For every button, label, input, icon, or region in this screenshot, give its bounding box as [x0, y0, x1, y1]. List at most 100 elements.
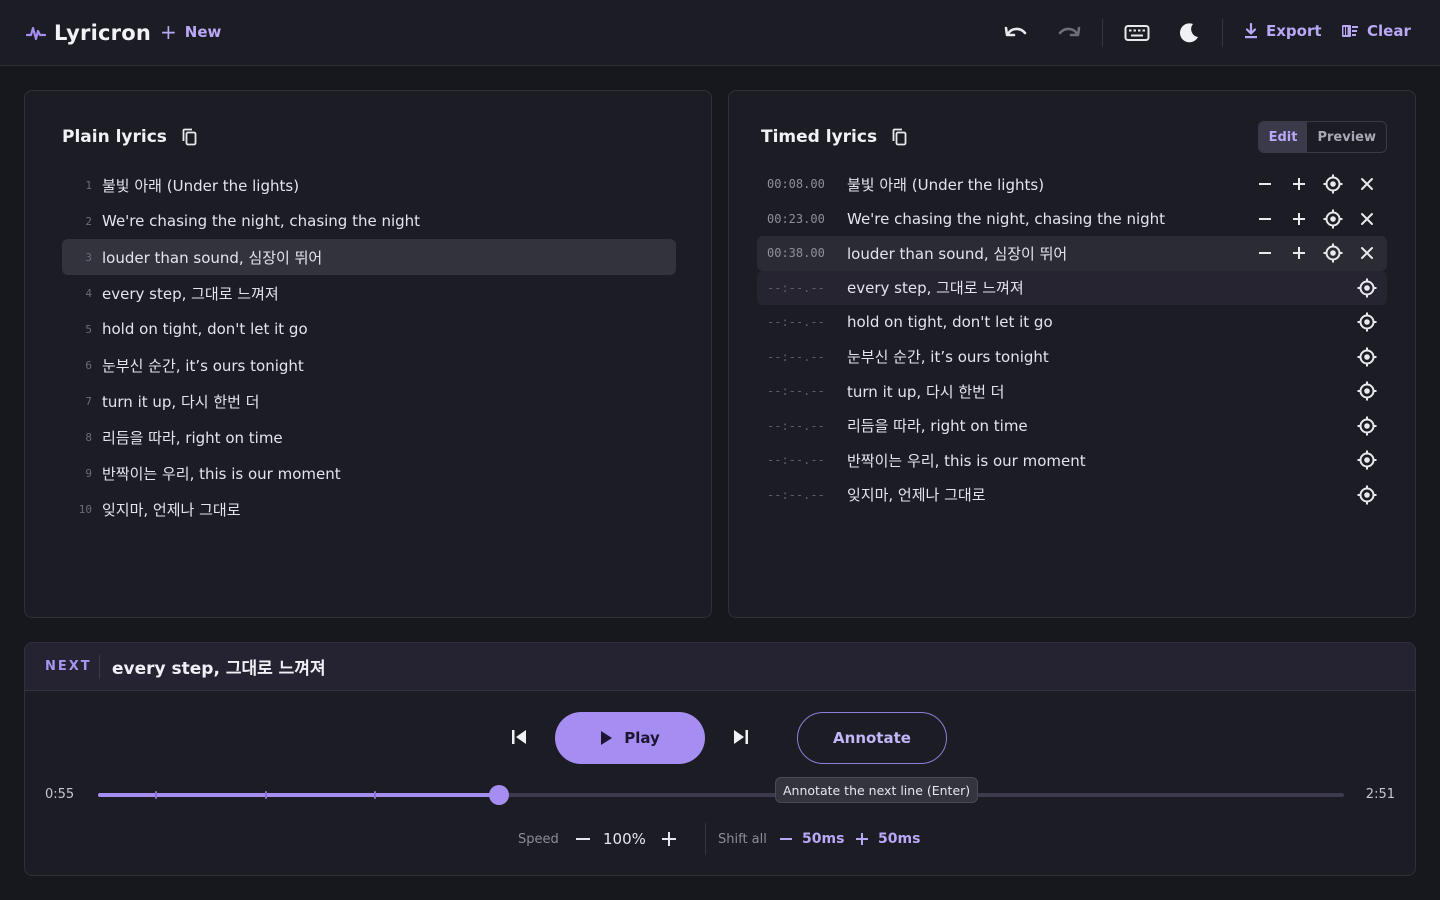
timestamp: --:--.--: [767, 349, 825, 364]
theme-toggle-button[interactable]: [1176, 21, 1202, 45]
new-button[interactable]: + New: [160, 22, 221, 42]
plus-icon: [1293, 247, 1305, 260]
app-header: Lyricron + New Export Clear: [0, 0, 1440, 66]
shift-minus-button[interactable]: 50ms: [780, 825, 844, 853]
next-line-button[interactable]: [729, 725, 753, 749]
line-number: 4: [85, 286, 92, 300]
export-button[interactable]: Export: [1244, 22, 1322, 40]
plain-lyric-line[interactable]: 6 눈부신 순간, it’s ours tonight: [62, 347, 676, 383]
previous-line-button[interactable]: [507, 725, 531, 749]
keyboard-icon: [1124, 25, 1150, 41]
timestamp: --:--.--: [767, 487, 825, 502]
remove-timestamp-button[interactable]: [1357, 209, 1377, 229]
timestamp-marker: [155, 791, 158, 799]
nudge-later-button[interactable]: [1289, 209, 1309, 229]
seek-bar[interactable]: [98, 785, 1344, 805]
timed-lyric-line[interactable]: --:--.-- turn it up, 다시 한번 더: [757, 374, 1387, 409]
timed-lyric-line[interactable]: --:--.-- hold on tight, don't let it go: [757, 305, 1387, 340]
annotate-button[interactable]: Annotate: [797, 712, 947, 764]
timed-lyric-line[interactable]: 00:38.00 louder than sound, 심장이 뛰어: [757, 236, 1387, 271]
edit-mode-button[interactable]: Edit: [1258, 122, 1308, 152]
minus-icon: [1259, 183, 1271, 186]
plain-lyric-line[interactable]: 1 불빛 아래 (Under the lights): [62, 167, 676, 203]
nudge-earlier-button[interactable]: [1255, 243, 1275, 263]
set-timestamp-button[interactable]: [1357, 312, 1377, 332]
export-button-label: Export: [1266, 22, 1322, 40]
timed-lyric-line[interactable]: --:--.-- 잊지마, 언제나 그대로: [757, 478, 1387, 513]
set-timestamp-button[interactable]: [1323, 243, 1343, 263]
plus-icon: +: [160, 20, 177, 44]
line-number: 10: [78, 502, 92, 516]
line-text: turn it up, 다시 한번 더: [102, 392, 260, 411]
panel-title: Timed lyrics: [761, 127, 878, 147]
nudge-earlier-button[interactable]: [1255, 209, 1275, 229]
timed-lyric-line[interactable]: --:--.-- every step, 그대로 느껴져: [757, 270, 1387, 306]
timed-lyric-line[interactable]: --:--.-- 반짝이는 우리, this is our moment: [757, 443, 1387, 478]
line-text: 불빛 아래 (Under the lights): [847, 175, 1045, 194]
plain-lyric-line[interactable]: 10 잊지마, 언제나 그대로: [62, 491, 676, 527]
line-actions: [1357, 271, 1377, 306]
timed-lyric-line[interactable]: 00:08.00 불빛 아래 (Under the lights): [757, 167, 1387, 202]
close-icon: [1361, 212, 1373, 225]
line-text: 불빛 아래 (Under the lights): [102, 176, 300, 195]
header-divider: [1102, 19, 1103, 47]
plain-lyric-line[interactable]: 2 We're chasing the night, chasing the ni…: [62, 203, 676, 239]
line-text: 눈부신 순간, it’s ours tonight: [847, 348, 1049, 367]
remove-timestamp-button[interactable]: [1357, 243, 1377, 263]
set-timestamp-button[interactable]: [1357, 347, 1377, 367]
redo-button[interactable]: [1056, 21, 1082, 45]
new-button-label: New: [184, 23, 222, 41]
set-timestamp-button[interactable]: [1357, 278, 1377, 298]
timestamp: --:--.--: [767, 280, 825, 295]
undo-button[interactable]: [1003, 21, 1029, 45]
remove-timestamp-button[interactable]: [1357, 174, 1377, 194]
line-number: 6: [85, 358, 92, 372]
plain-lyric-line[interactable]: 9 반짝이는 우리, this is our moment: [62, 455, 676, 491]
minus-icon: [576, 838, 590, 840]
set-timestamp-button[interactable]: [1357, 381, 1377, 401]
set-timestamp-button[interactable]: [1357, 485, 1377, 505]
next-line-bar: NEXT every step, 그대로 느껴져: [25, 643, 1415, 691]
speed-increase-button[interactable]: [659, 825, 679, 853]
set-timestamp-button[interactable]: [1323, 174, 1343, 194]
skip-back-icon: [512, 730, 526, 744]
line-text: every step, 그대로 느껴져: [847, 279, 1024, 298]
plain-lyric-line[interactable]: 7 turn it up, 다시 한번 더: [62, 383, 676, 419]
nudge-earlier-button[interactable]: [1255, 174, 1275, 194]
speed-decrease-button[interactable]: [573, 825, 593, 853]
panel-title: Plain lyrics: [62, 127, 167, 147]
preview-mode-button[interactable]: Preview: [1307, 122, 1386, 152]
clear-button[interactable]: Clear: [1341, 22, 1411, 40]
play-button[interactable]: Play: [555, 712, 705, 764]
plus-icon: [1293, 178, 1305, 191]
moon-icon: [1179, 23, 1198, 43]
line-text: louder than sound, 심장이 뛰어: [847, 244, 1068, 263]
plain-lyric-line[interactable]: 5 hold on tight, don't let it go: [62, 311, 676, 347]
line-number: 5: [85, 322, 92, 336]
timed-lyric-line[interactable]: --:--.-- 리듬을 따라, right on time: [757, 409, 1387, 444]
shift-plus-button[interactable]: 50ms: [856, 825, 920, 853]
timed-lyric-line[interactable]: --:--.-- 눈부신 순간, it’s ours tonight: [757, 340, 1387, 375]
timestamp: --:--.--: [767, 418, 825, 433]
header-divider: [1222, 19, 1223, 47]
timed-lyric-line[interactable]: 00:23.00 We're chasing the night, chasing…: [757, 202, 1387, 237]
next-label: NEXT: [25, 654, 100, 679]
seek-bar-thumb[interactable]: [488, 785, 509, 805]
speed-label: Speed: [518, 831, 559, 847]
timestamp: 00:23.00: [767, 211, 825, 226]
nudge-later-button[interactable]: [1289, 174, 1309, 194]
plain-lyric-line[interactable]: 4 every step, 그대로 느껴져: [62, 275, 676, 311]
set-timestamp-button[interactable]: [1357, 416, 1377, 436]
plain-lyric-line[interactable]: 8 리듬을 따라, right on time: [62, 419, 676, 455]
copy-icon[interactable]: [891, 128, 909, 146]
nudge-later-button[interactable]: [1289, 243, 1309, 263]
player-panel: NEXT every step, 그대로 느껴져 Play Annotate 0…: [24, 642, 1416, 876]
target-icon: [1357, 312, 1377, 332]
line-number: 1: [85, 178, 92, 192]
copy-icon[interactable]: [181, 128, 199, 146]
plain-lyric-line[interactable]: 3 louder than sound, 심장이 뛰어: [62, 239, 676, 275]
keyboard-shortcuts-button[interactable]: [1124, 21, 1150, 45]
set-timestamp-button[interactable]: [1323, 209, 1343, 229]
set-timestamp-button[interactable]: [1357, 450, 1377, 470]
speed-controls: Speed 100% Shift all 50ms 50ms: [25, 823, 1415, 855]
